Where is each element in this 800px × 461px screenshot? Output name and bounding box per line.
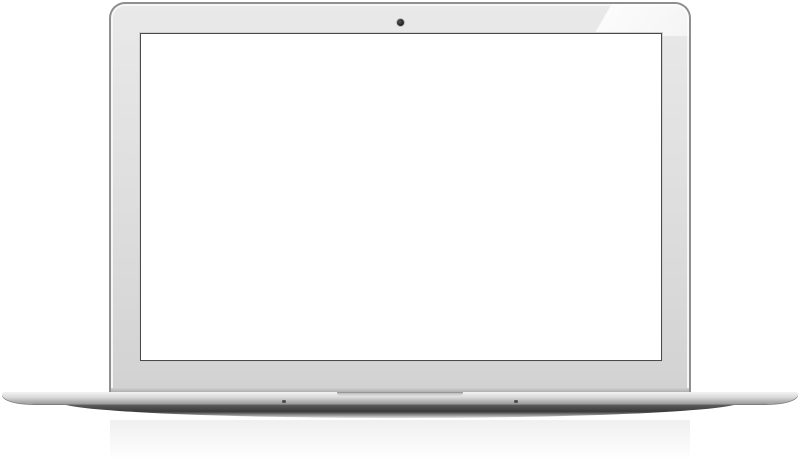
surface-reflection bbox=[110, 420, 690, 461]
laptop-base-shadow bbox=[60, 402, 740, 418]
laptop-screen bbox=[140, 33, 662, 361]
laptop-lid bbox=[109, 2, 691, 392]
camera-icon bbox=[396, 19, 404, 26]
lid-glare bbox=[559, 4, 689, 36]
laptop-foot-left bbox=[282, 400, 286, 403]
laptop-mockup bbox=[0, 0, 800, 461]
laptop-foot-right bbox=[514, 400, 518, 403]
lid-open-notch bbox=[337, 392, 463, 397]
